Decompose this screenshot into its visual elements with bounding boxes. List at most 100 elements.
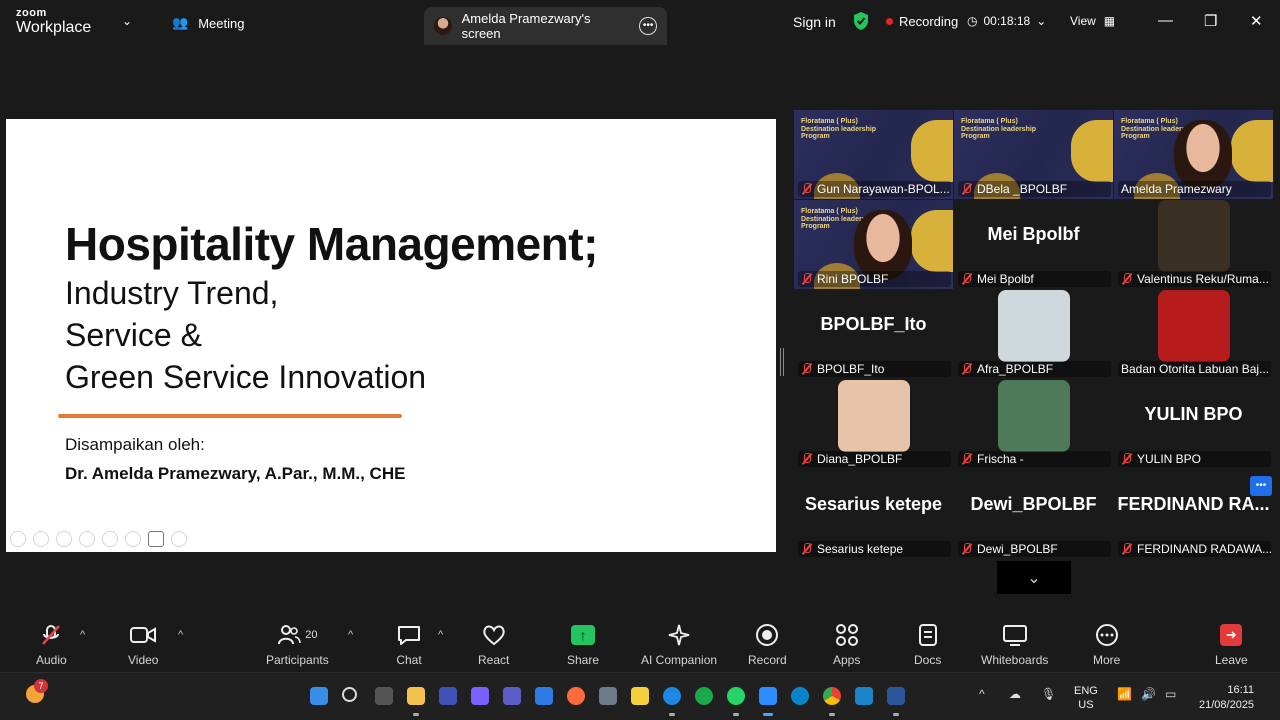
zoom-icon[interactable] bbox=[102, 531, 118, 547]
search-icon[interactable] bbox=[342, 687, 357, 702]
participant-tile[interactable]: Frischa - bbox=[954, 380, 1113, 469]
audio-button[interactable]: Audio bbox=[36, 622, 67, 667]
profile-picture bbox=[998, 290, 1070, 362]
microphone-tray-icon[interactable]: 🎙 bbox=[1041, 687, 1056, 701]
recording-indicator[interactable]: Recording bbox=[886, 14, 958, 29]
participant-tile[interactable]: Floratama ( Plus) Destination leadership… bbox=[794, 110, 953, 199]
zoom-workplace-logo[interactable]: zoom Workplace bbox=[16, 8, 91, 36]
close-icon[interactable]: ✕ bbox=[1250, 12, 1263, 30]
more-label: More bbox=[1093, 653, 1121, 667]
leave-label: Leave bbox=[1215, 653, 1248, 667]
participant-tile[interactable]: Floratama ( Plus) Destination leadership… bbox=[794, 200, 953, 289]
participant-name: DBela _BPOLBF bbox=[977, 182, 1068, 196]
camera-icon[interactable] bbox=[148, 531, 164, 547]
leave-button[interactable]: ➜ Leave bbox=[1215, 622, 1248, 667]
participant-tile[interactable]: YULIN BPO YULIN BPO bbox=[1114, 380, 1273, 469]
docs-button[interactable]: Docs bbox=[914, 622, 941, 667]
snipping-tool-icon[interactable] bbox=[439, 687, 457, 705]
whatsapp-icon[interactable] bbox=[727, 687, 745, 705]
gallery-collapse-chevron[interactable]: ⌄ bbox=[997, 561, 1071, 594]
edge-beta-icon[interactable] bbox=[791, 687, 809, 705]
participant-tile[interactable]: Valentinus Reku/Ruma... bbox=[1114, 200, 1273, 289]
wifi-icon[interactable]: 📶 bbox=[1117, 687, 1132, 701]
split-resize-handle[interactable] bbox=[780, 348, 784, 376]
mic-muted-icon bbox=[1121, 273, 1133, 285]
react-button[interactable]: React bbox=[478, 622, 509, 667]
presenter-name: Dr. Amelda Pramezwary, A.Par., M.M., CHE bbox=[65, 464, 406, 483]
more-icon[interactable] bbox=[171, 531, 187, 547]
system-clock[interactable]: 16:11 21/08/2025 bbox=[1199, 683, 1254, 713]
mic-muted-icon bbox=[801, 543, 813, 555]
copilot-icon[interactable] bbox=[471, 687, 489, 705]
edge-dev-icon[interactable] bbox=[695, 687, 713, 705]
battery-icon[interactable]: ▭ bbox=[1165, 687, 1176, 701]
zoom-taskbar-icon[interactable] bbox=[759, 687, 777, 705]
participants-options-caret[interactable]: ^ bbox=[348, 629, 353, 641]
file-explorer-icon[interactable] bbox=[407, 687, 425, 705]
more-button[interactable]: More bbox=[1093, 622, 1120, 667]
meeting-timer[interactable]: ◷ 00:18:18 ⌄ bbox=[967, 14, 1046, 28]
notepad-icon[interactable] bbox=[855, 687, 873, 705]
mic-muted-icon bbox=[801, 183, 813, 195]
chrome-icon[interactable] bbox=[823, 687, 841, 705]
participant-video bbox=[854, 210, 912, 280]
word-icon[interactable] bbox=[887, 687, 905, 705]
previous-slide-icon[interactable] bbox=[10, 531, 26, 547]
shared-screen[interactable]: Hospitality Management; Industry Trend, … bbox=[6, 119, 776, 552]
whiteboards-button[interactable]: Whiteboards bbox=[981, 622, 1048, 667]
volume-icon[interactable]: 🔊 bbox=[1141, 687, 1156, 701]
mic-muted-icon bbox=[801, 273, 813, 285]
weather-widget-icon[interactable]: 7 bbox=[22, 679, 48, 707]
subtitles-icon[interactable] bbox=[125, 531, 141, 547]
participants-button[interactable]: 20 Participants bbox=[266, 622, 329, 667]
store-icon[interactable] bbox=[535, 687, 553, 705]
next-slide-icon[interactable] bbox=[33, 531, 49, 547]
participant-name-label: Amelda Pramezwary bbox=[1118, 181, 1271, 197]
meeting-tab[interactable]: 👥 Meeting bbox=[172, 15, 244, 31]
participant-tile[interactable]: Floratama ( Plus) Destination leadership… bbox=[954, 110, 1113, 199]
encryption-shield-icon[interactable] bbox=[852, 11, 870, 31]
task-view-icon[interactable] bbox=[375, 687, 393, 705]
participant-tile[interactable]: BPOLBF_Ito BPOLBF_Ito bbox=[794, 290, 953, 379]
participant-display-name: Sesarius ketepe bbox=[804, 494, 943, 514]
participant-tile[interactable]: Floratama ( Plus) Destination leadership… bbox=[1114, 110, 1273, 199]
edge-icon[interactable] bbox=[663, 687, 681, 705]
chevron-down-icon[interactable]: ⌄ bbox=[122, 14, 132, 28]
gallery-options-icon[interactable]: ••• bbox=[1250, 476, 1272, 496]
restore-icon[interactable]: ❐ bbox=[1204, 12, 1217, 30]
slides-icon[interactable] bbox=[79, 531, 95, 547]
video-button[interactable]: Video bbox=[128, 622, 158, 667]
view-menu-button[interactable]: View ▦ bbox=[1070, 14, 1115, 28]
running-indicator bbox=[733, 713, 739, 716]
minimize-icon[interactable]: — bbox=[1158, 12, 1173, 29]
onedrive-icon[interactable]: ☁ bbox=[1009, 687, 1021, 701]
input-language-indicator[interactable]: ENG US bbox=[1074, 684, 1098, 712]
calculator-icon[interactable] bbox=[599, 687, 617, 705]
record-button[interactable]: Record bbox=[748, 622, 787, 667]
participant-tile[interactable]: Mei Bpolbf Mei Bpolbf bbox=[954, 200, 1113, 289]
share-button[interactable]: ↑ Share bbox=[567, 622, 599, 667]
mic-muted-icon bbox=[801, 363, 813, 375]
windows-start-icon[interactable] bbox=[310, 687, 328, 705]
chat-options-caret[interactable]: ^ bbox=[438, 629, 443, 641]
participant-tile[interactable]: Badan Otorita Labuan Baj... bbox=[1114, 290, 1273, 379]
sticky-notes-icon[interactable] bbox=[631, 687, 649, 705]
participant-tile[interactable]: Diana_BPOLBF bbox=[794, 380, 953, 469]
pen-icon[interactable] bbox=[56, 531, 72, 547]
chat-button[interactable]: Chat bbox=[396, 622, 422, 667]
participant-tile[interactable]: Dewi_BPOLBF Dewi_BPOLBF bbox=[954, 470, 1113, 559]
apps-grid-icon bbox=[835, 622, 859, 648]
participant-tile[interactable]: Afra_BPOLBF bbox=[954, 290, 1113, 379]
apps-button[interactable]: Apps bbox=[833, 622, 860, 667]
sign-in-button[interactable]: Sign in bbox=[793, 14, 836, 30]
teams-icon[interactable] bbox=[503, 687, 521, 705]
firefox-icon[interactable] bbox=[567, 687, 585, 705]
video-options-caret[interactable]: ^ bbox=[178, 629, 183, 641]
shared-screen-tab[interactable]: Amelda Pramezwary's screen ••• bbox=[424, 7, 667, 45]
participant-tile[interactable]: Sesarius ketepe Sesarius ketepe bbox=[794, 470, 953, 559]
ai-companion-button[interactable]: AI Companion bbox=[641, 622, 717, 667]
audio-options-caret[interactable]: ^ bbox=[80, 629, 85, 641]
participant-name-label: YULIN BPO bbox=[1118, 451, 1271, 467]
show-hidden-icons-chevron[interactable]: ^ bbox=[979, 687, 985, 701]
more-options-icon[interactable]: ••• bbox=[639, 17, 657, 35]
